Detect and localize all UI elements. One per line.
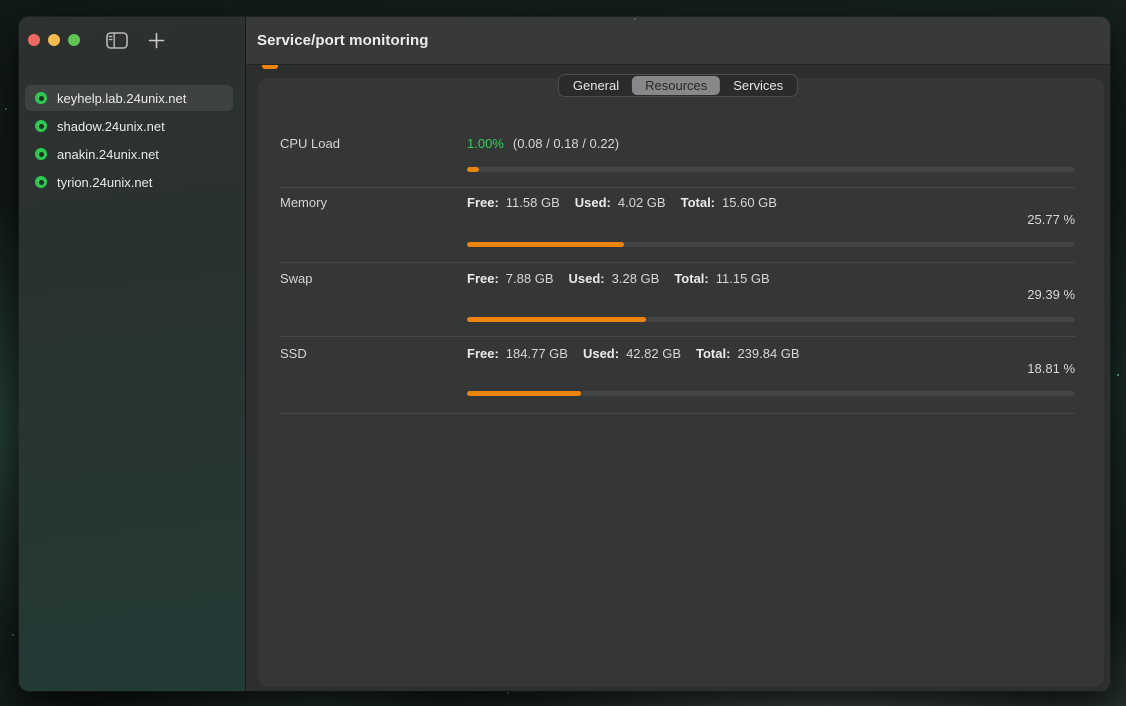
sidebar-item-anakin[interactable]: anakin.24unix.net <box>25 141 233 167</box>
row-divider <box>280 336 1075 337</box>
server-name: keyhelp.lab.24unix.net <box>57 91 186 106</box>
cpu-progress-fill <box>467 167 479 172</box>
used-key: Used: <box>569 271 605 286</box>
swap-values: Free: 7.88 GB Used: 3.28 GB Total: 11.15 GB <box>467 271 770 287</box>
ssd-progress-bar <box>467 391 1075 396</box>
swap-progress-bar <box>467 317 1075 322</box>
tab-services[interactable]: Services <box>720 76 796 95</box>
used-value: 3.28 GB <box>612 271 660 286</box>
total-value: 239.84 GB <box>737 346 799 361</box>
free-key: Free: <box>467 346 499 361</box>
minimize-icon[interactable] <box>48 34 60 46</box>
tab-general[interactable]: General <box>560 76 632 95</box>
status-online-icon <box>35 148 47 160</box>
memory-values: Free: 11.58 GB Used: 4.02 GB Total: 15.60 GB <box>467 195 777 211</box>
row-divider <box>280 413 1075 414</box>
free-key: Free: <box>467 195 499 210</box>
tab-bar: General Resources Services <box>558 74 798 97</box>
server-name: anakin.24unix.net <box>57 147 159 162</box>
content-area: CPU Load 1.00% (0.08 / 0.18 / 0.22) Memor… <box>246 65 1110 691</box>
app-window: keyhelp.lab.24unix.net shadow.24unix.net… <box>19 17 1110 691</box>
sidebar-item-shadow[interactable]: shadow.24unix.net <box>25 113 233 139</box>
sidebar-item-tyrion[interactable]: tyrion.24unix.net <box>25 169 233 195</box>
cpu-label: CPU Load <box>280 136 340 152</box>
ssd-values: Free: 184.77 GB Used: 42.82 GB Total: 239.84 … <box>467 346 800 362</box>
sidebar: keyhelp.lab.24unix.net shadow.24unix.net… <box>19 17 245 691</box>
toggle-sidebar-button[interactable] <box>106 32 128 49</box>
cpu-percent-value: 1.00% <box>467 136 504 151</box>
ssd-progress-fill <box>467 391 581 396</box>
close-icon[interactable] <box>28 34 40 46</box>
used-value: 4.02 GB <box>618 195 666 210</box>
cpu-values: 1.00% (0.08 / 0.18 / 0.22) <box>467 136 619 152</box>
total-value: 11.15 GB <box>716 271 770 286</box>
free-key: Free: <box>467 271 499 286</box>
total-key: Total: <box>674 271 708 286</box>
cpu-load-averages: (0.08 / 0.18 / 0.22) <box>513 136 619 151</box>
swap-percent: 29.39 % <box>1027 287 1075 303</box>
swap-label: Swap <box>280 271 313 287</box>
zoom-icon[interactable] <box>68 34 80 46</box>
memory-progress-bar <box>467 242 1075 247</box>
total-key: Total: <box>696 346 730 361</box>
server-name: tyrion.24unix.net <box>57 175 152 190</box>
ssd-percent: 18.81 % <box>1027 361 1075 377</box>
status-online-icon <box>35 176 47 188</box>
window-title: Service/port monitoring <box>257 32 429 49</box>
memory-label: Memory <box>280 195 327 211</box>
memory-percent: 25.77 % <box>1027 212 1075 228</box>
free-value: 184.77 GB <box>506 346 568 361</box>
toolbar: Service/port monitoring <box>246 17 1110 65</box>
memory-progress-fill <box>467 242 624 247</box>
status-online-icon <box>35 92 47 104</box>
window-controls <box>28 34 80 46</box>
ssd-label: SSD <box>280 346 307 362</box>
monitor-card: CPU Load 1.00% (0.08 / 0.18 / 0.22) Memor… <box>258 78 1104 687</box>
used-key: Used: <box>583 346 619 361</box>
total-value: 15.60 GB <box>722 195 777 210</box>
sidebar-toggle-icon <box>106 37 128 52</box>
plus-icon <box>148 37 165 52</box>
free-value: 11.58 GB <box>506 195 560 210</box>
free-value: 7.88 GB <box>506 271 554 286</box>
cpu-progress-bar <box>467 167 1075 172</box>
server-name: shadow.24unix.net <box>57 119 165 134</box>
add-server-button[interactable] <box>148 32 165 49</box>
sidebar-item-keyhelp[interactable]: keyhelp.lab.24unix.net <box>25 85 233 111</box>
status-online-icon <box>35 120 47 132</box>
used-key: Used: <box>575 195 611 210</box>
desktop-background: keyhelp.lab.24unix.net shadow.24unix.net… <box>0 0 1126 706</box>
row-divider <box>280 187 1075 188</box>
main-pane: Service/port monitoring CPU Load 1.00% (0… <box>246 17 1110 691</box>
clipped-progress-fragment <box>262 65 278 69</box>
tab-resources[interactable]: Resources <box>632 76 720 95</box>
row-divider <box>280 262 1075 263</box>
total-key: Total: <box>681 195 715 210</box>
swap-progress-fill <box>467 317 646 322</box>
used-value: 42.82 GB <box>626 346 681 361</box>
